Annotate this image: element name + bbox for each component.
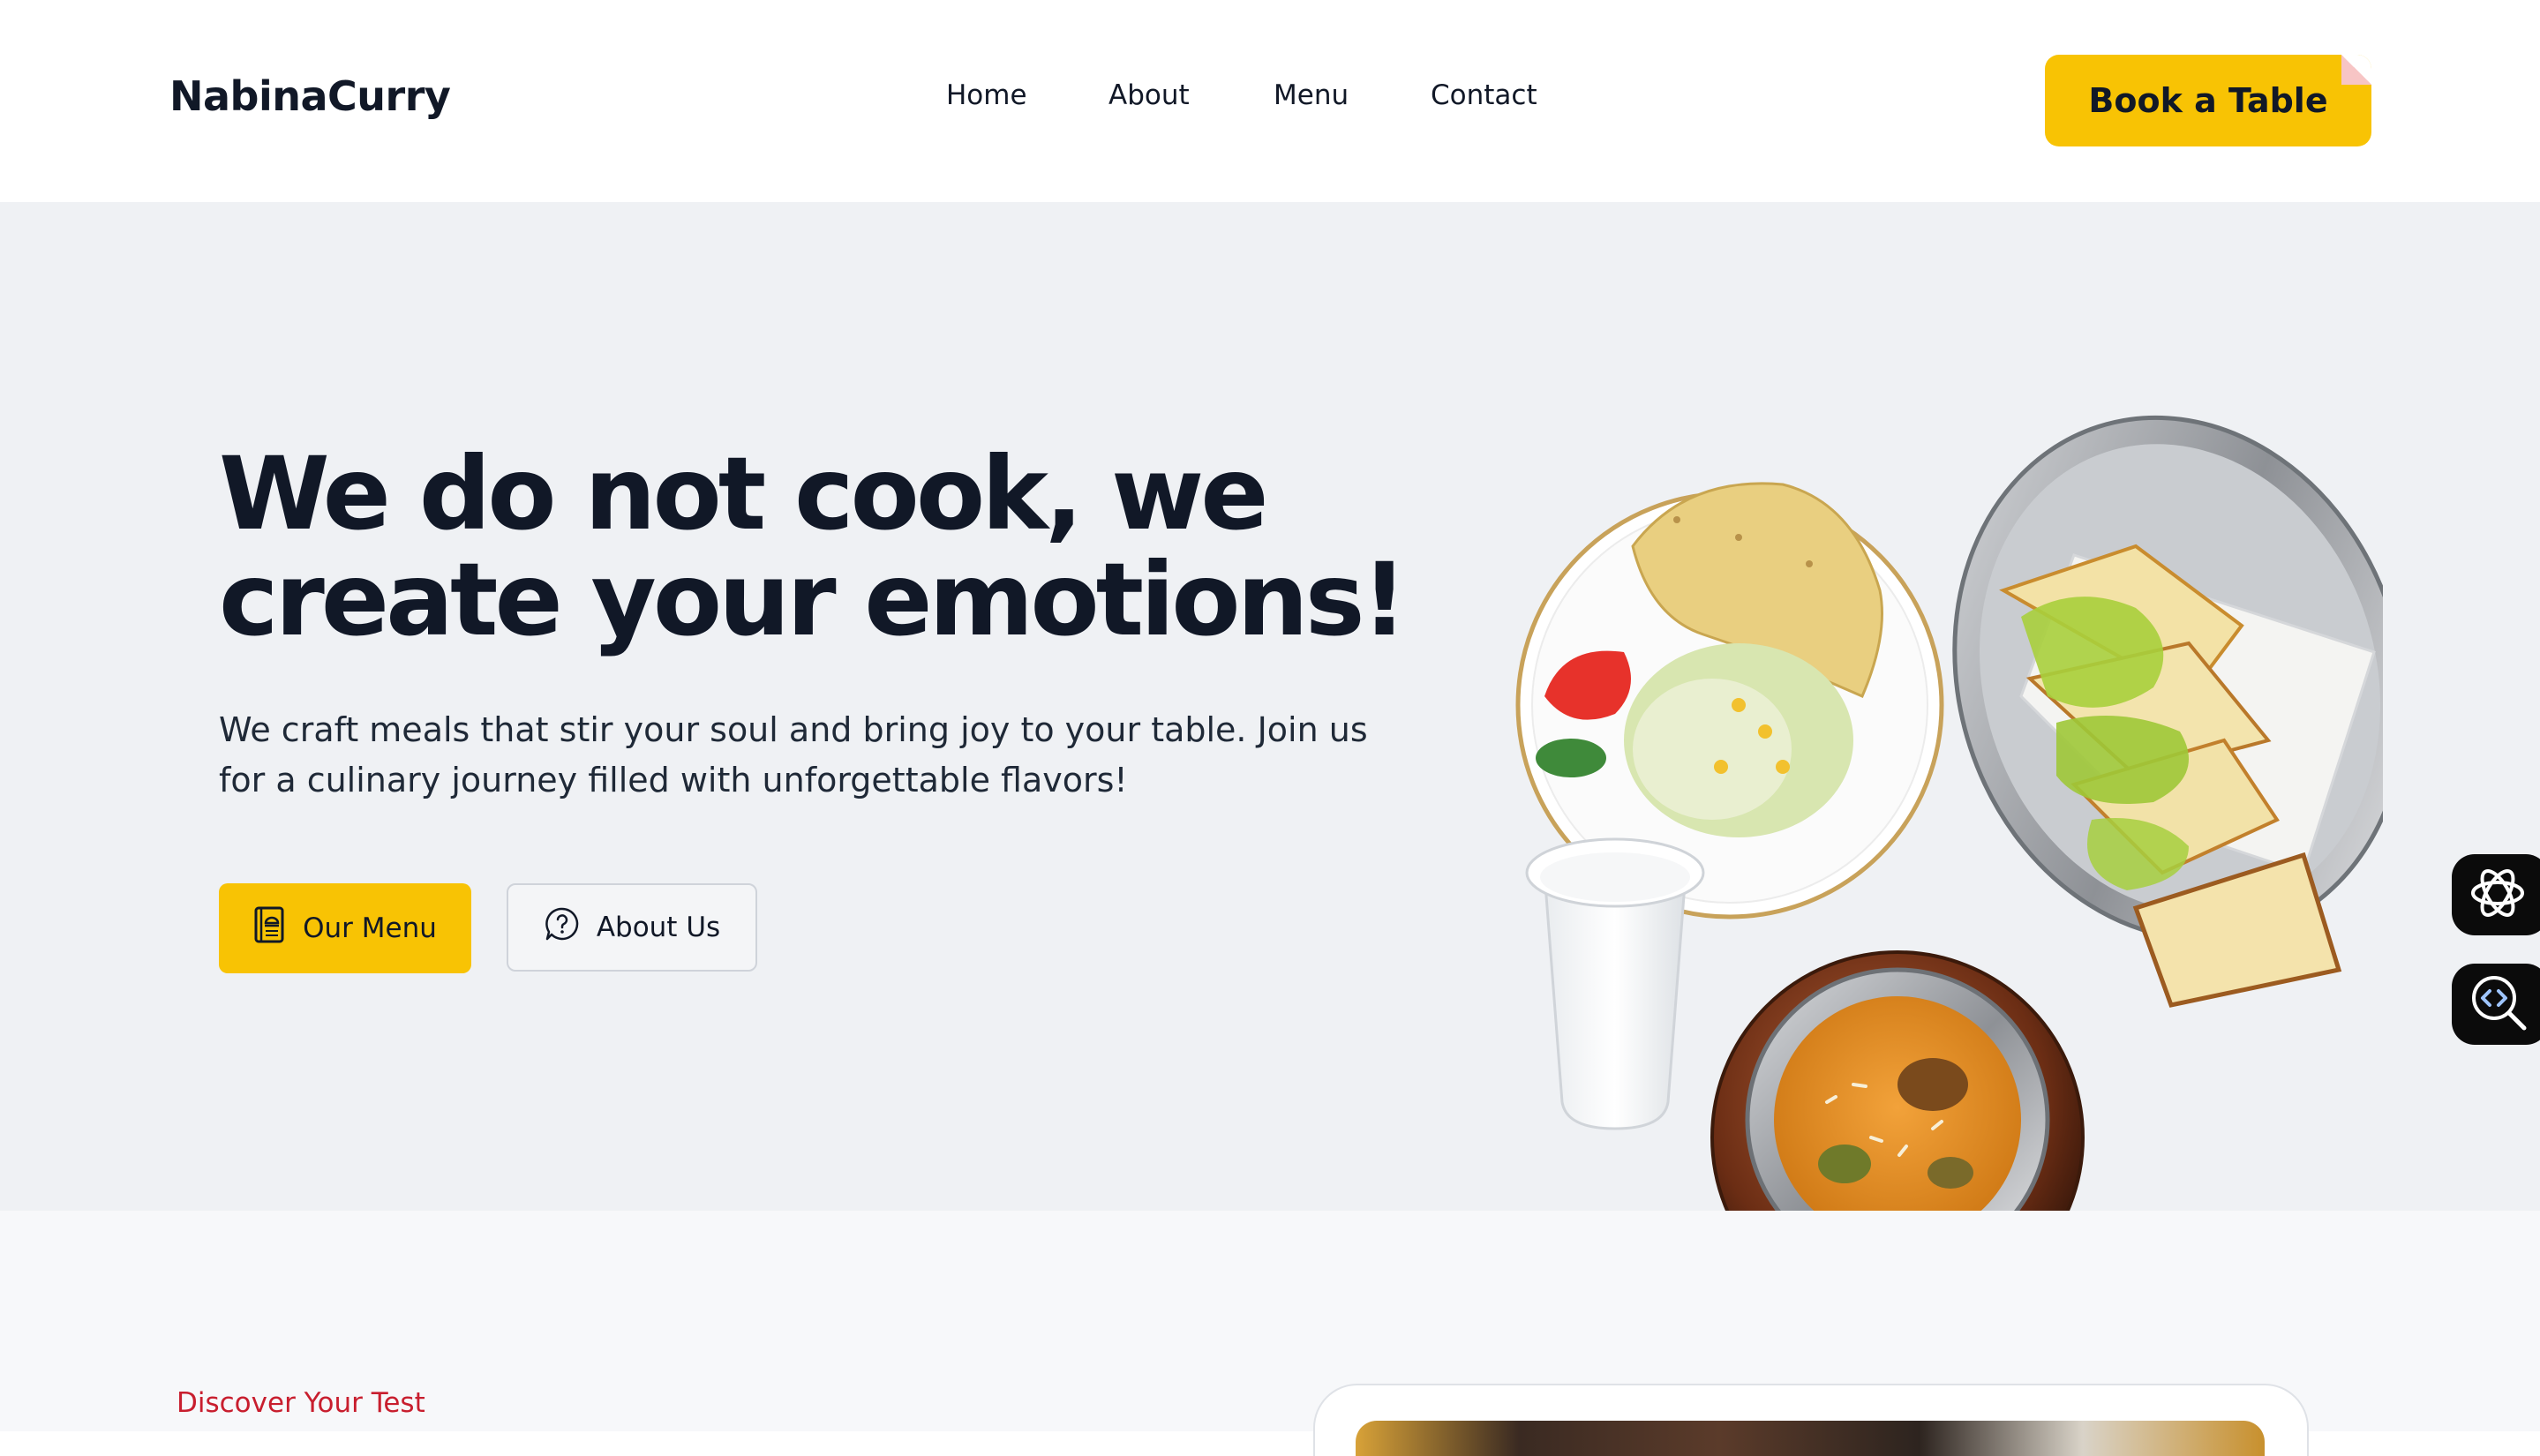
nav-home[interactable]: Home (946, 79, 1027, 111)
lassi-glass (1525, 837, 1705, 1130)
hero-subtitle: We craft meals that stir your soul and b… (219, 710, 1368, 799)
site-logo[interactable]: NabinaCurry (169, 72, 451, 120)
book-table-button[interactable]: Book a Table (2045, 55, 2371, 146)
menu-book-icon (253, 905, 287, 951)
ai-assistant-icon (2468, 863, 2528, 927)
nav-contact[interactable]: Contact (1431, 79, 1537, 111)
dish-preview-image (1356, 1421, 2265, 1456)
about-us-button[interactable]: About Us (507, 883, 757, 972)
hero-food-image (1515, 415, 2383, 1323)
about-us-label: About Us (596, 912, 721, 943)
dish-preview-card (1313, 1384, 2309, 1456)
our-menu-label: Our Menu (303, 912, 437, 944)
site-header: NabinaCurry Home About Menu Contact Book… (0, 0, 2540, 202)
section-eyebrow: Discover Your Test (177, 1387, 425, 1419)
code-inspect-icon (2468, 972, 2529, 1038)
book-table-label: Book a Table (2088, 81, 2328, 120)
our-menu-button[interactable]: Our Menu (219, 883, 471, 973)
page-fold-decoration (2341, 55, 2371, 85)
nav-about[interactable]: About (1108, 79, 1190, 111)
nav-menu[interactable]: Menu (1274, 79, 1349, 111)
hero-title: We do not cook, we create your emotions! (219, 435, 1408, 658)
naan-plate (1952, 415, 2383, 1008)
ai-assistant-widget[interactable] (2452, 854, 2540, 935)
hero-section: We do not cook, we create your emotions!… (0, 202, 2540, 1323)
question-chat-icon (544, 905, 581, 949)
code-inspect-widget[interactable] (2452, 964, 2540, 1045)
discover-section: Discover Your Test (0, 1211, 2540, 1456)
